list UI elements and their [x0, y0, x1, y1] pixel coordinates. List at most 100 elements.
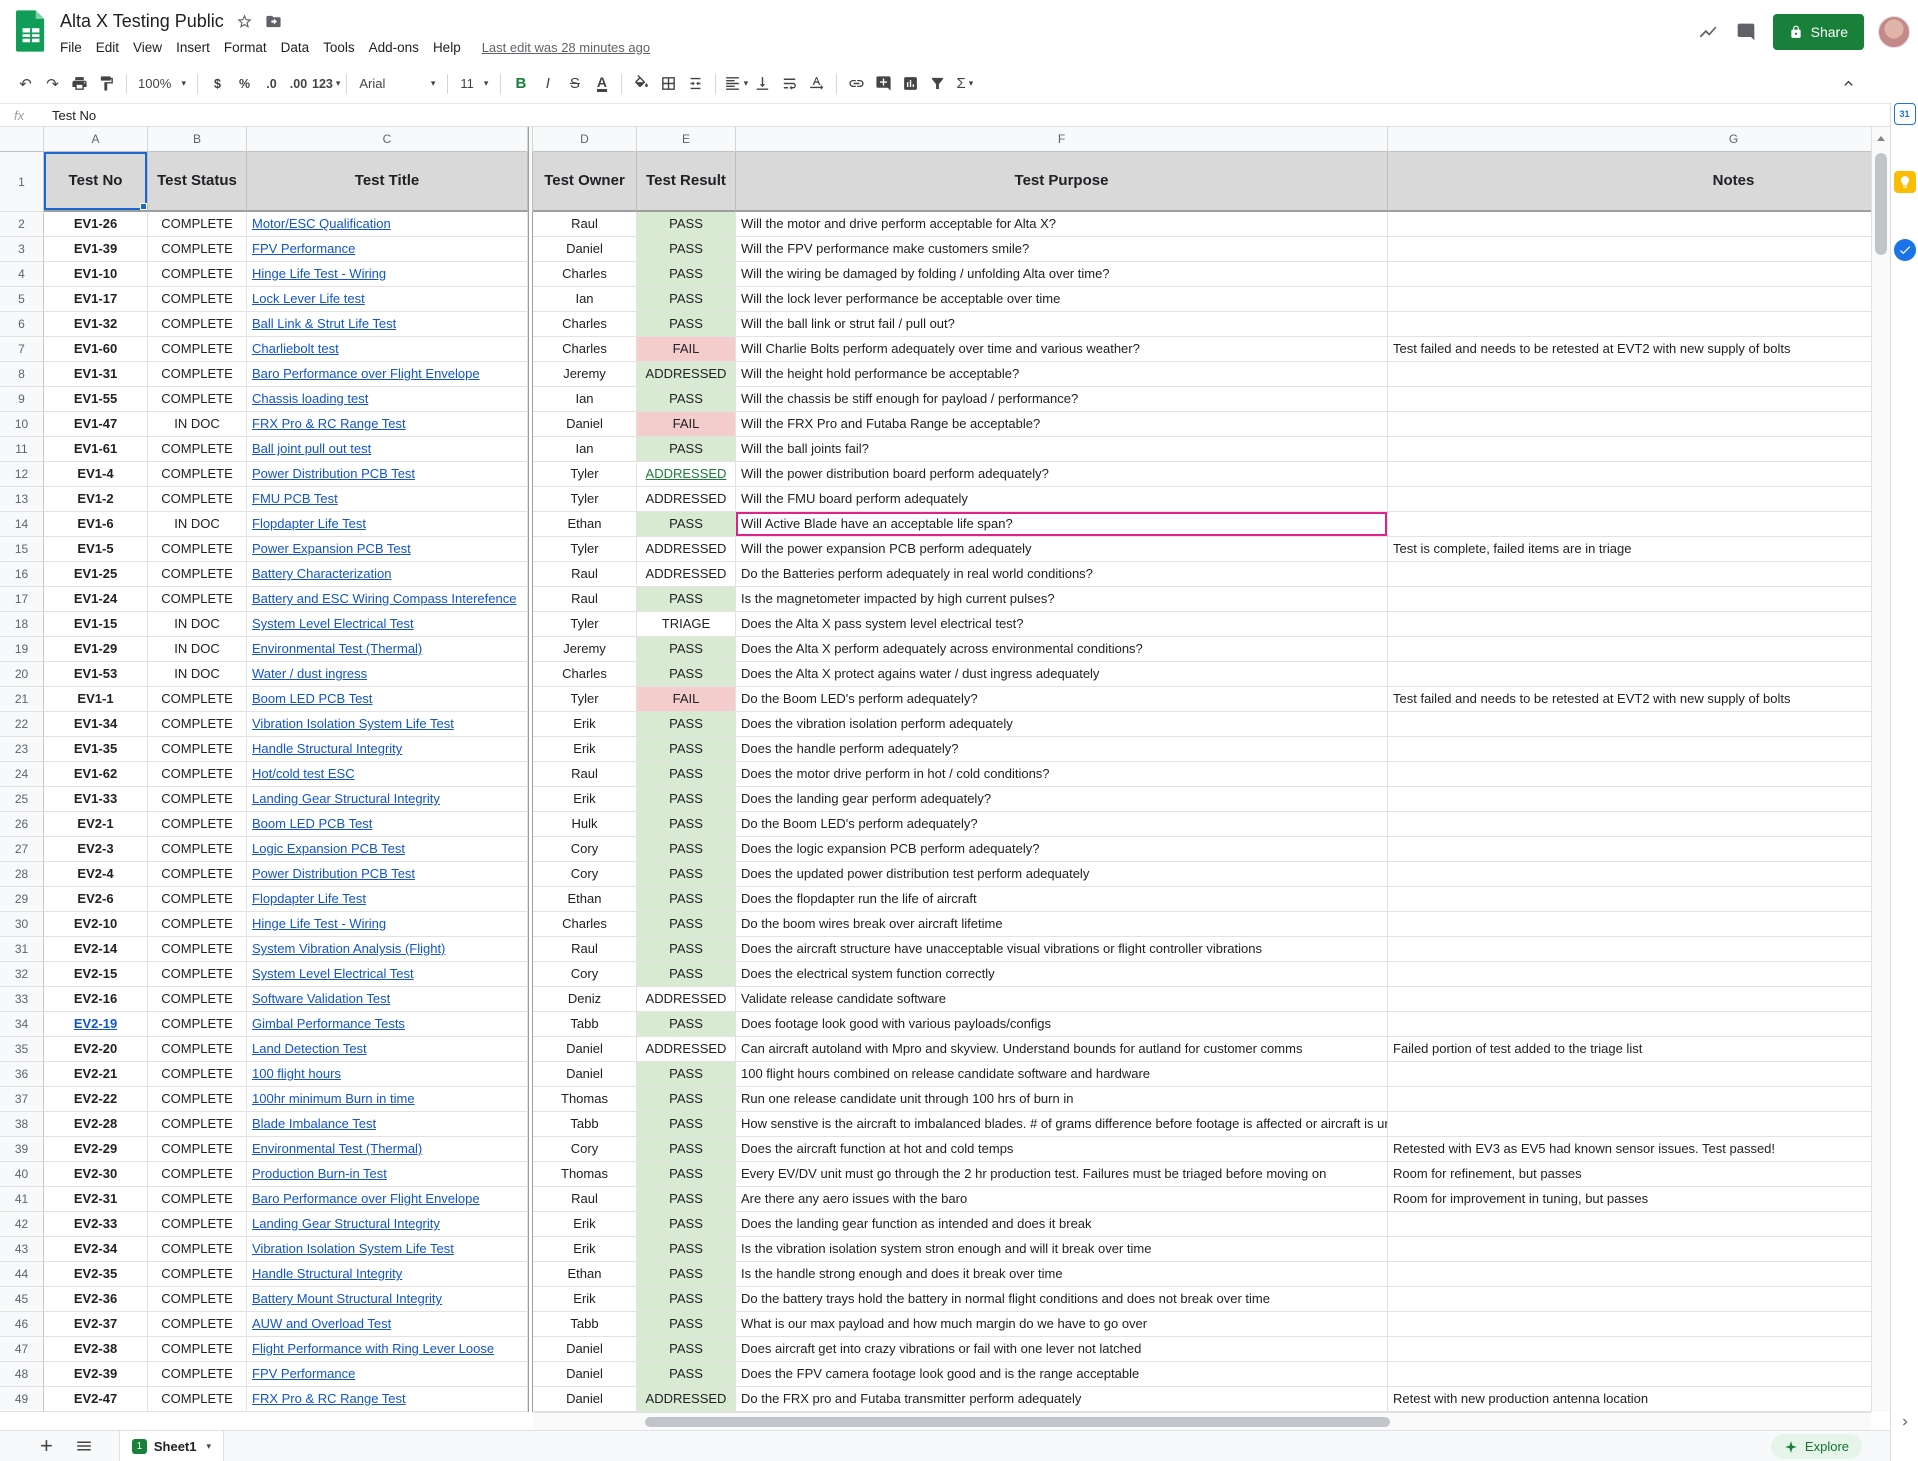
- cell-test-no[interactable]: EV1-15: [44, 612, 148, 637]
- cell-test-no[interactable]: EV2-38: [44, 1337, 148, 1362]
- cell-test-result[interactable]: PASS: [637, 662, 736, 687]
- cell-test-status[interactable]: COMPLETE: [148, 762, 247, 787]
- cell-test-status[interactable]: COMPLETE: [148, 1037, 247, 1062]
- cell-test-purpose[interactable]: Will the power distribution board perfor…: [736, 462, 1388, 487]
- cell-test-no[interactable]: EV1-26: [44, 212, 148, 237]
- column-header-g[interactable]: G: [1388, 127, 1871, 152]
- cell-test-title[interactable]: Flopdapter Life Test: [247, 512, 528, 537]
- column-header-d[interactable]: D: [533, 127, 637, 152]
- cell-test-status[interactable]: COMPLETE: [148, 1362, 247, 1387]
- cell-test-purpose[interactable]: Does footage look good with various payl…: [736, 1012, 1388, 1037]
- cell-test-status[interactable]: IN DOC: [148, 412, 247, 437]
- select-all-corner[interactable]: [0, 127, 44, 152]
- cell-test-title[interactable]: Flopdapter Life Test: [247, 887, 528, 912]
- text-rotation-button[interactable]: [803, 70, 830, 97]
- cell-test-status[interactable]: COMPLETE: [148, 337, 247, 362]
- cell-test-owner[interactable]: Cory: [533, 837, 637, 862]
- cell-test-purpose[interactable]: Does the Alta X protect agains water / d…: [736, 662, 1388, 687]
- cell-notes[interactable]: [1388, 587, 1871, 612]
- cell-test-title[interactable]: Baro Performance over Flight Envelope: [247, 362, 528, 387]
- cell-test-purpose[interactable]: Does the Alta X pass system level electr…: [736, 612, 1388, 637]
- cell-test-owner[interactable]: Erik: [533, 1237, 637, 1262]
- cell-test-owner[interactable]: Daniel: [533, 1062, 637, 1087]
- cell-notes[interactable]: [1388, 562, 1871, 587]
- cell-test-owner[interactable]: Tabb: [533, 1112, 637, 1137]
- row-number[interactable]: 23: [0, 737, 44, 762]
- cell-notes[interactable]: [1388, 812, 1871, 837]
- insert-link-button[interactable]: [843, 70, 870, 97]
- cell-test-result[interactable]: PASS: [637, 912, 736, 937]
- row-number[interactable]: 35: [0, 1037, 44, 1062]
- cell-test-owner[interactable]: Cory: [533, 962, 637, 987]
- scroll-up-button[interactable]: [1872, 127, 1890, 149]
- cell-test-status[interactable]: COMPLETE: [148, 787, 247, 812]
- cell-test-status[interactable]: COMPLETE: [148, 437, 247, 462]
- cell-test-no[interactable]: EV2-31: [44, 1187, 148, 1212]
- cell-test-status-header[interactable]: Test Status: [148, 152, 247, 212]
- cell-test-purpose[interactable]: Does the updated power distribution test…: [736, 862, 1388, 887]
- cell-test-no[interactable]: EV2-16: [44, 987, 148, 1012]
- cell-notes[interactable]: [1388, 437, 1871, 462]
- avatar[interactable]: [1878, 16, 1910, 48]
- bold-button[interactable]: B: [507, 70, 534, 97]
- cell-test-result[interactable]: PASS: [637, 512, 736, 537]
- cell-test-result[interactable]: PASS: [637, 862, 736, 887]
- cell-test-purpose[interactable]: Run one release candidate unit through 1…: [736, 1087, 1388, 1112]
- cell-test-title[interactable]: FMU PCB Test: [247, 487, 528, 512]
- cell-test-no[interactable]: EV1-6: [44, 512, 148, 537]
- sheets-logo[interactable]: [16, 10, 46, 57]
- cell-test-purpose[interactable]: Do the FRX pro and Futaba transmitter pe…: [736, 1387, 1388, 1412]
- cell-notes[interactable]: [1388, 1012, 1871, 1037]
- cell-test-result[interactable]: TRIAGE: [637, 612, 736, 637]
- cell-test-owner[interactable]: Raul: [533, 587, 637, 612]
- cell-test-title[interactable]: Power Distribution PCB Test: [247, 862, 528, 887]
- row-number[interactable]: 4: [0, 262, 44, 287]
- cell-notes[interactable]: Failed portion of test added to the tria…: [1388, 1037, 1871, 1062]
- cell-test-owner[interactable]: Jeremy: [533, 362, 637, 387]
- menu-view[interactable]: View: [126, 38, 169, 57]
- cell-test-owner[interactable]: Ethan: [533, 1262, 637, 1287]
- cell-test-purpose[interactable]: Validate release candidate software: [736, 987, 1388, 1012]
- cell-test-result[interactable]: ADDRESSED: [637, 1037, 736, 1062]
- cell-test-status[interactable]: COMPLETE: [148, 1012, 247, 1037]
- font-select[interactable]: Arial▾: [353, 70, 441, 97]
- cell-test-owner[interactable]: Erik: [533, 1212, 637, 1237]
- undo-button[interactable]: ↶: [12, 70, 39, 97]
- cell-test-title[interactable]: Motor/ESC Qualification: [247, 212, 528, 237]
- cell-test-result[interactable]: PASS: [637, 737, 736, 762]
- row-number[interactable]: 49: [0, 1387, 44, 1412]
- row-number[interactable]: 20: [0, 662, 44, 687]
- vertical-align-button[interactable]: [749, 70, 776, 97]
- cell-test-purpose[interactable]: Does the handle perform adequately?: [736, 737, 1388, 762]
- row-number[interactable]: 39: [0, 1137, 44, 1162]
- fill-color-button[interactable]: [628, 70, 655, 97]
- share-button[interactable]: Share: [1773, 14, 1864, 50]
- cell-test-status[interactable]: COMPLETE: [148, 312, 247, 337]
- cell-test-result[interactable]: PASS: [637, 287, 736, 312]
- cell-test-purpose[interactable]: Does the electrical system function corr…: [736, 962, 1388, 987]
- cell-notes[interactable]: Room for refinement, but passes: [1388, 1162, 1871, 1187]
- cell-test-status[interactable]: COMPLETE: [148, 537, 247, 562]
- cell-test-title[interactable]: Blade Imbalance Test: [247, 1112, 528, 1137]
- cell-test-purpose[interactable]: Do the Boom LED's perform adequately?: [736, 687, 1388, 712]
- cell-test-purpose[interactable]: Will the FRX Pro and Futaba Range be acc…: [736, 412, 1388, 437]
- cell-test-result[interactable]: PASS: [637, 1112, 736, 1137]
- insert-chart-button[interactable]: [897, 70, 924, 97]
- cell-test-owner[interactable]: Cory: [533, 1137, 637, 1162]
- cell-test-purpose[interactable]: Does the FPV camera footage look good an…: [736, 1362, 1388, 1387]
- cell-test-owner[interactable]: Charles: [533, 262, 637, 287]
- cell-test-status[interactable]: COMPLETE: [148, 812, 247, 837]
- format-percent-button[interactable]: %: [231, 70, 258, 97]
- cell-test-status[interactable]: COMPLETE: [148, 1337, 247, 1362]
- cell-notes[interactable]: [1388, 1312, 1871, 1337]
- cell-test-title[interactable]: Boom LED PCB Test: [247, 812, 528, 837]
- cell-test-title[interactable]: Software Validation Test: [247, 987, 528, 1012]
- cell-test-purpose[interactable]: Is the vibration isolation system stron …: [736, 1237, 1388, 1262]
- cell-test-result[interactable]: ADDRESSED: [637, 362, 736, 387]
- cell-test-status[interactable]: COMPLETE: [148, 1162, 247, 1187]
- cell-notes[interactable]: [1388, 1337, 1871, 1362]
- tasks-icon[interactable]: [1894, 239, 1916, 261]
- cell-notes[interactable]: Test failed and needs to be retested at …: [1388, 687, 1871, 712]
- row-number[interactable]: 8: [0, 362, 44, 387]
- text-color-button[interactable]: A: [588, 70, 615, 97]
